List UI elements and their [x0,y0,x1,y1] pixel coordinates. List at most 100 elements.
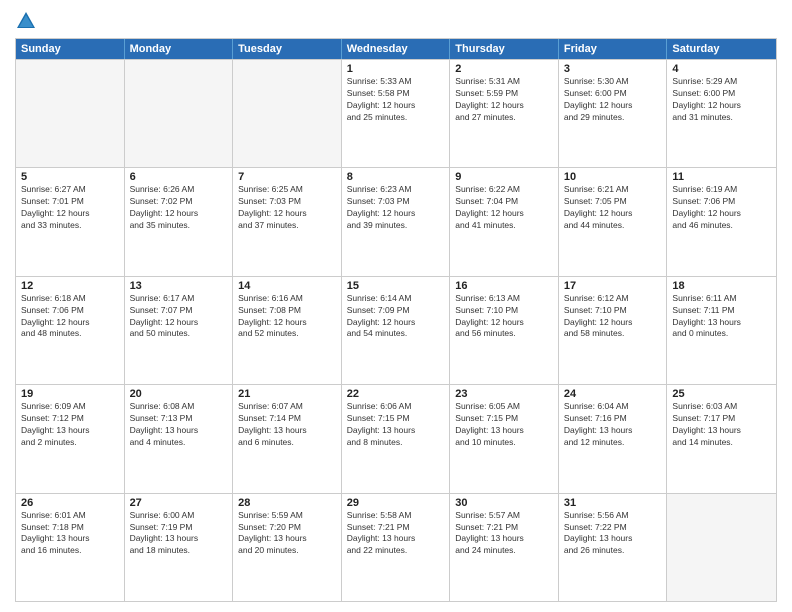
cal-cell-empty-0-2 [233,60,342,167]
cell-line: Sunrise: 6:09 AM [21,401,119,413]
cell-line: and 18 minutes. [130,545,228,557]
cell-line: and 0 minutes. [672,328,771,340]
cell-line: Sunrise: 5:29 AM [672,76,771,88]
day-number: 7 [238,171,336,183]
day-number: 8 [347,171,445,183]
cell-line: Sunset: 7:06 PM [21,305,119,317]
cell-line: Sunset: 7:18 PM [21,522,119,534]
cell-line: Daylight: 12 hours [564,100,662,112]
cell-line: and 54 minutes. [347,328,445,340]
cell-line: Daylight: 12 hours [455,208,553,220]
cell-line: Sunrise: 6:07 AM [238,401,336,413]
cal-cell-29: 29Sunrise: 5:58 AMSunset: 7:21 PMDayligh… [342,494,451,601]
cal-header-cell-tuesday: Tuesday [233,39,342,59]
cal-week-2: 12Sunrise: 6:18 AMSunset: 7:06 PMDayligh… [16,276,776,384]
cell-line: Sunrise: 5:30 AM [564,76,662,88]
day-number: 12 [21,280,119,292]
cal-cell-8: 8Sunrise: 6:23 AMSunset: 7:03 PMDaylight… [342,168,451,275]
cell-line: Sunrise: 6:01 AM [21,510,119,522]
cell-line: Daylight: 12 hours [455,100,553,112]
day-number: 22 [347,388,445,400]
day-number: 20 [130,388,228,400]
cell-line: Sunrise: 6:23 AM [347,184,445,196]
day-number: 13 [130,280,228,292]
cell-line: Daylight: 13 hours [238,425,336,437]
cell-line: Daylight: 12 hours [21,208,119,220]
cell-line: and 4 minutes. [130,437,228,449]
cell-line: Sunrise: 6:16 AM [238,293,336,305]
cell-line: Daylight: 12 hours [130,208,228,220]
cal-cell-21: 21Sunrise: 6:07 AMSunset: 7:14 PMDayligh… [233,385,342,492]
day-number: 25 [672,388,771,400]
cell-line: Sunrise: 6:21 AM [564,184,662,196]
cell-line: Sunset: 7:05 PM [564,196,662,208]
cell-line: Sunset: 7:10 PM [564,305,662,317]
cell-line: and 16 minutes. [21,545,119,557]
calendar-body: 1Sunrise: 5:33 AMSunset: 5:58 PMDaylight… [16,59,776,601]
cell-line: Sunset: 7:19 PM [130,522,228,534]
cell-line: and 39 minutes. [347,220,445,232]
cell-line: and 22 minutes. [347,545,445,557]
day-number: 10 [564,171,662,183]
cal-cell-16: 16Sunrise: 6:13 AMSunset: 7:10 PMDayligh… [450,277,559,384]
cell-line: Sunset: 7:03 PM [238,196,336,208]
cal-cell-7: 7Sunrise: 6:25 AMSunset: 7:03 PMDaylight… [233,168,342,275]
cal-header-cell-friday: Friday [559,39,668,59]
cal-cell-6: 6Sunrise: 6:26 AMSunset: 7:02 PMDaylight… [125,168,234,275]
cell-line: Sunrise: 6:08 AM [130,401,228,413]
cell-line: and 35 minutes. [130,220,228,232]
cell-line: Daylight: 12 hours [672,208,771,220]
cell-line: and 14 minutes. [672,437,771,449]
cell-line: Sunset: 7:01 PM [21,196,119,208]
cell-line: Sunset: 7:22 PM [564,522,662,534]
cell-line: and 48 minutes. [21,328,119,340]
cell-line: Daylight: 12 hours [564,208,662,220]
cal-week-3: 19Sunrise: 6:09 AMSunset: 7:12 PMDayligh… [16,384,776,492]
cal-cell-10: 10Sunrise: 6:21 AMSunset: 7:05 PMDayligh… [559,168,668,275]
cell-line: and 20 minutes. [238,545,336,557]
cell-line: Daylight: 13 hours [347,533,445,545]
cell-line: Sunset: 7:09 PM [347,305,445,317]
cell-line: and 2 minutes. [21,437,119,449]
cell-line: and 31 minutes. [672,112,771,124]
day-number: 3 [564,63,662,75]
cell-line: and 10 minutes. [455,437,553,449]
cell-line: Daylight: 12 hours [347,317,445,329]
cell-line: Daylight: 12 hours [455,317,553,329]
cell-line: Sunset: 7:13 PM [130,413,228,425]
day-number: 4 [672,63,771,75]
day-number: 17 [564,280,662,292]
day-number: 23 [455,388,553,400]
cal-cell-19: 19Sunrise: 6:09 AMSunset: 7:12 PMDayligh… [16,385,125,492]
cal-cell-20: 20Sunrise: 6:08 AMSunset: 7:13 PMDayligh… [125,385,234,492]
cell-line: Daylight: 12 hours [347,208,445,220]
cell-line: and 44 minutes. [564,220,662,232]
cell-line: Sunset: 7:07 PM [130,305,228,317]
cell-line: and 52 minutes. [238,328,336,340]
cal-cell-1: 1Sunrise: 5:33 AMSunset: 5:58 PMDaylight… [342,60,451,167]
day-number: 15 [347,280,445,292]
cal-cell-14: 14Sunrise: 6:16 AMSunset: 7:08 PMDayligh… [233,277,342,384]
cell-line: and 12 minutes. [564,437,662,449]
cell-line: Daylight: 13 hours [455,425,553,437]
cell-line: Sunrise: 5:33 AM [347,76,445,88]
cell-line: and 56 minutes. [455,328,553,340]
cell-line: Sunset: 7:17 PM [672,413,771,425]
cell-line: Sunrise: 6:27 AM [21,184,119,196]
cell-line: and 25 minutes. [347,112,445,124]
cell-line: Daylight: 13 hours [21,425,119,437]
cell-line: Sunrise: 6:25 AM [238,184,336,196]
cal-week-4: 26Sunrise: 6:01 AMSunset: 7:18 PMDayligh… [16,493,776,601]
cell-line: Sunset: 5:59 PM [455,88,553,100]
cell-line: and 50 minutes. [130,328,228,340]
cell-line: Daylight: 13 hours [672,425,771,437]
cell-line: Daylight: 12 hours [564,317,662,329]
cell-line: and 6 minutes. [238,437,336,449]
cal-cell-23: 23Sunrise: 6:05 AMSunset: 7:15 PMDayligh… [450,385,559,492]
day-number: 21 [238,388,336,400]
day-number: 28 [238,497,336,509]
cell-line: Sunrise: 6:19 AM [672,184,771,196]
cell-line: and 29 minutes. [564,112,662,124]
cell-line: Sunrise: 5:58 AM [347,510,445,522]
cal-cell-25: 25Sunrise: 6:03 AMSunset: 7:17 PMDayligh… [667,385,776,492]
